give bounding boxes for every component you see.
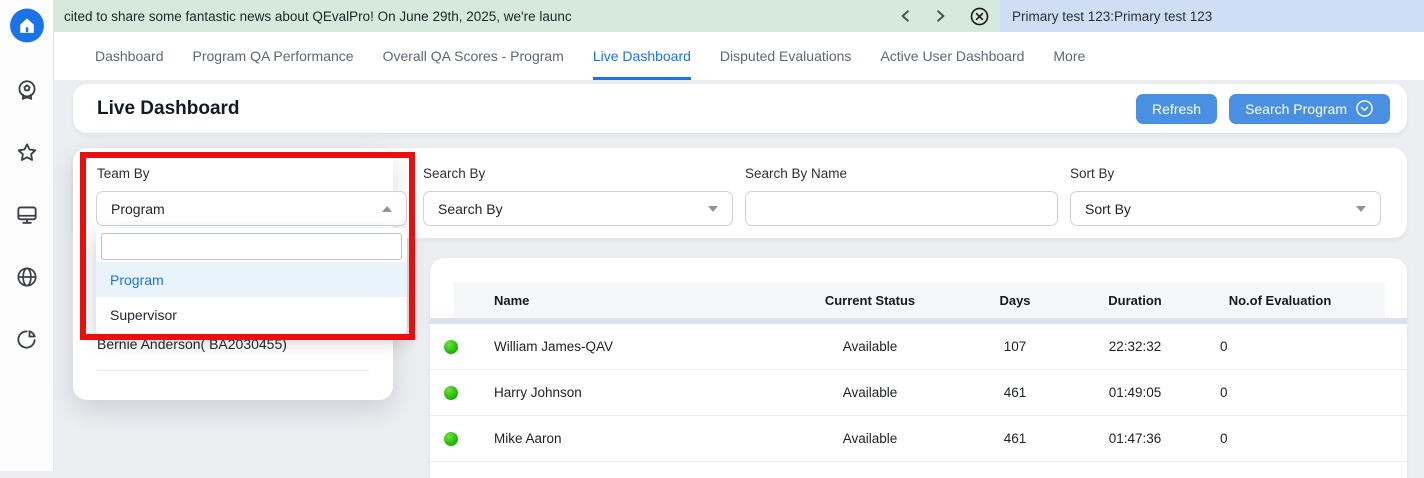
- team-by-label: Team By: [97, 166, 150, 181]
- cell-evaluations: 0: [1200, 385, 1360, 400]
- star-icon[interactable]: [13, 139, 41, 167]
- table-row: William James-QAV Available 107 22:32:32…: [430, 324, 1407, 370]
- sidebar: [0, 0, 54, 471]
- announcement-banner-green: cited to share some fantastic news about…: [54, 0, 1000, 32]
- team-by-option-program[interactable]: Program: [96, 262, 407, 297]
- cell-name: Mike Aaron: [494, 431, 780, 446]
- app-logo-home-icon[interactable]: [8, 7, 45, 44]
- sort-by-value: Sort By: [1085, 201, 1131, 217]
- team-by-select[interactable]: Program: [96, 191, 407, 226]
- col-header-name: Name: [494, 293, 780, 308]
- live-dashboard-table-card: Name Current Status Days Duration No.of …: [430, 258, 1407, 478]
- cell-days: 461: [960, 431, 1070, 446]
- quality-badge-icon[interactable]: [13, 77, 41, 105]
- status-available-dot: [444, 340, 458, 354]
- search-by-select[interactable]: Search By: [423, 191, 733, 226]
- team-by-option-supervisor[interactable]: Supervisor: [96, 297, 407, 332]
- refresh-button-label: Refresh: [1152, 101, 1201, 117]
- team-list-item[interactable]: Bernie Anderson( BA2030455): [97, 336, 287, 352]
- tab-overall-qa-scores-program[interactable]: Overall QA Scores - Program: [383, 32, 564, 80]
- chevron-down-icon: [1356, 206, 1366, 212]
- cell-name: William James-QAV: [494, 339, 780, 354]
- team-list-divider: [97, 370, 369, 371]
- tab-program-qa-performance[interactable]: Program QA Performance: [193, 32, 354, 80]
- cell-evaluations: 0: [1200, 431, 1360, 446]
- search-by-name-label: Search By Name: [745, 166, 847, 181]
- cell-current-status: Available: [780, 339, 960, 354]
- search-by-name-input[interactable]: [745, 191, 1058, 226]
- cell-duration: 22:32:32: [1070, 339, 1200, 354]
- col-header-no-of-evaluation: No.of Evaluation: [1200, 293, 1360, 308]
- cell-duration: 01:47:36: [1070, 431, 1200, 446]
- table-header-row: Name Current Status Days Duration No.of …: [454, 282, 1385, 318]
- sort-by-label: Sort By: [1070, 166, 1114, 181]
- search-by-label: Search By: [423, 166, 485, 181]
- tab-dashboard[interactable]: Dashboard: [95, 32, 164, 80]
- cell-current-status: Available: [780, 431, 960, 446]
- announcement-text: cited to share some fantastic news about…: [64, 9, 854, 24]
- sort-by-select[interactable]: Sort By: [1070, 191, 1381, 226]
- chevron-down-circle-icon: [1355, 99, 1374, 118]
- team-by-value: Program: [111, 201, 165, 217]
- banner-prev-icon[interactable]: [899, 9, 912, 23]
- tab-disputed-evaluations[interactable]: Disputed Evaluations: [720, 32, 852, 80]
- search-program-button[interactable]: Search Program: [1229, 94, 1390, 124]
- globe-icon[interactable]: [13, 263, 41, 291]
- team-by-dropdown-search-input[interactable]: [101, 233, 402, 260]
- cell-duration: 01:49:05: [1070, 385, 1200, 400]
- cell-days: 107: [960, 339, 1070, 354]
- chevron-down-icon: [708, 206, 718, 212]
- col-header-duration: Duration: [1070, 293, 1200, 308]
- session-banner: Primary test 123:Primary test 123: [1000, 0, 1424, 32]
- refresh-button[interactable]: Refresh: [1136, 94, 1217, 124]
- banner-next-icon[interactable]: [934, 9, 947, 23]
- pie-chart-icon[interactable]: [13, 325, 41, 353]
- tab-more[interactable]: More: [1053, 32, 1085, 80]
- table-row: Harry Johnson Available 461 01:49:05 0: [430, 370, 1407, 416]
- search-by-value: Search By: [438, 201, 503, 217]
- main-nav: Dashboard Program QA Performance Overall…: [54, 32, 1424, 80]
- col-header-days: Days: [960, 293, 1070, 308]
- col-header-current-status: Current Status: [780, 293, 960, 308]
- chevron-up-icon: [382, 206, 392, 212]
- status-available-dot: [444, 386, 458, 400]
- monitor-icon[interactable]: [13, 201, 41, 229]
- cell-evaluations: 0: [1200, 339, 1360, 354]
- cell-current-status: Available: [780, 385, 960, 400]
- cell-days: 461: [960, 385, 1070, 400]
- session-label: Primary test 123:Primary test 123: [1012, 9, 1212, 24]
- cell-name: Harry Johnson: [494, 385, 780, 400]
- table-row: Mike Aaron Available 461 01:47:36 0: [430, 416, 1407, 462]
- search-program-button-label: Search Program: [1245, 101, 1347, 117]
- page-header-card: Live Dashboard Refresh Search Program: [73, 84, 1407, 133]
- status-available-dot: [444, 432, 458, 446]
- team-by-dropdown: Program Supervisor: [96, 228, 407, 334]
- announcement-banner: cited to share some fantastic news about…: [54, 0, 1424, 32]
- banner-close-icon[interactable]: [969, 6, 990, 27]
- tab-active-user-dashboard[interactable]: Active User Dashboard: [880, 32, 1024, 80]
- tab-live-dashboard[interactable]: Live Dashboard: [593, 32, 691, 80]
- page-title: Live Dashboard: [97, 98, 240, 120]
